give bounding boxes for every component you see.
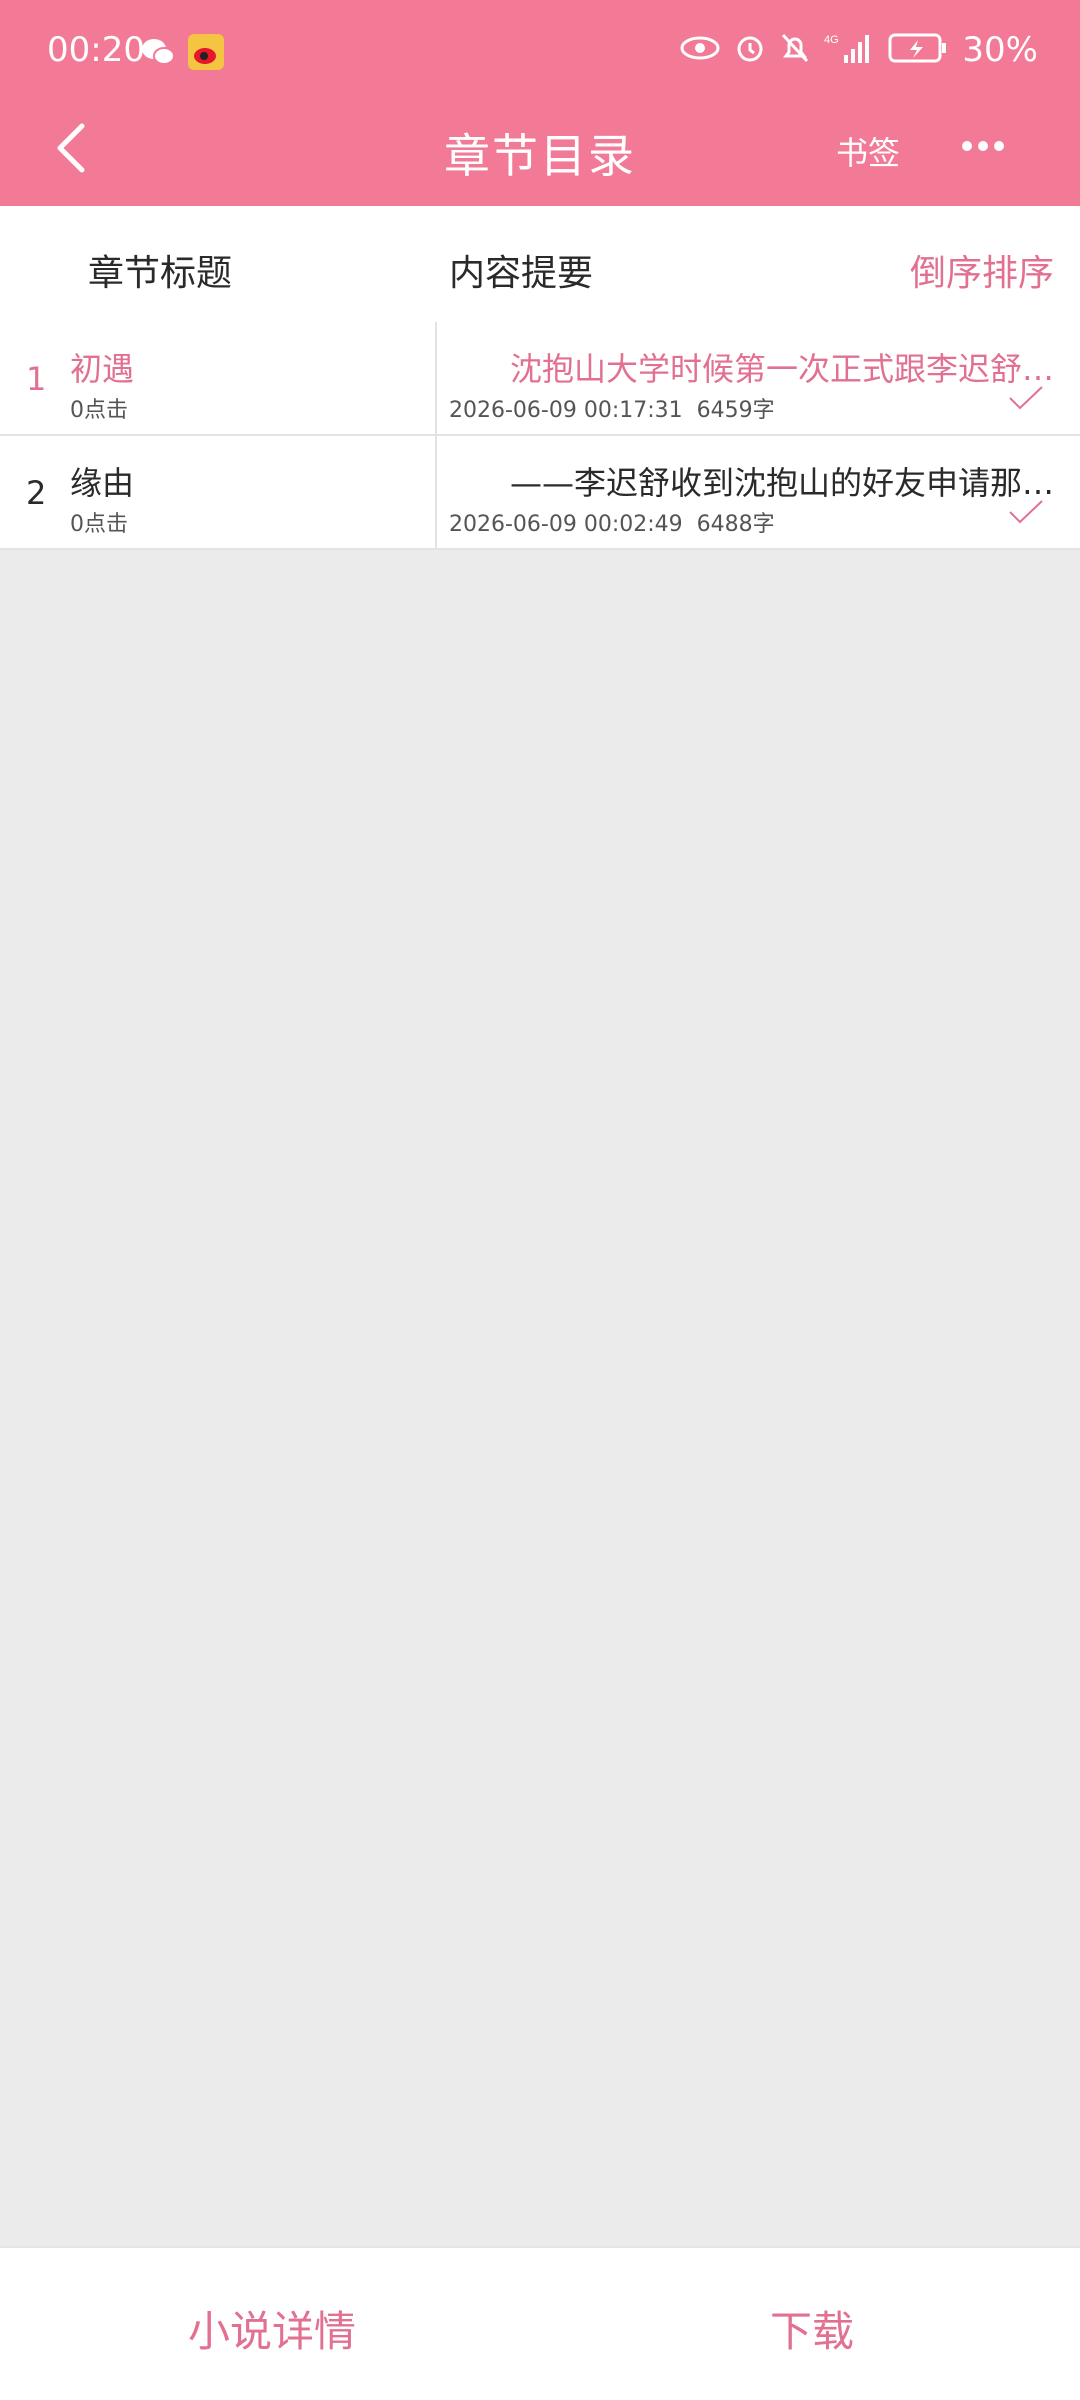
download-button[interactable]: 下载 bbox=[770, 2298, 854, 2359]
bookmark-button[interactable]: 书签 bbox=[836, 128, 900, 174]
battery-percent: 30% bbox=[962, 30, 1038, 70]
reverse-sort-button[interactable]: 倒序排序 bbox=[910, 244, 1054, 296]
alarm-icon bbox=[734, 32, 766, 68]
chapter-clicks: 0点击 bbox=[70, 398, 128, 423]
more-button[interactable] bbox=[958, 126, 1008, 166]
status-bar: 00:20 4G 30% bbox=[0, 0, 1080, 100]
eye-icon bbox=[680, 35, 720, 65]
mute-icon bbox=[780, 32, 810, 68]
more-dot bbox=[994, 141, 1004, 151]
page-title: 章节目录 bbox=[444, 129, 636, 183]
chapter-clicks: 0点击 bbox=[70, 512, 128, 537]
battery-charging-icon bbox=[888, 32, 948, 68]
check-icon bbox=[1009, 386, 1043, 410]
bottom-bar: 小说详情 下载 bbox=[0, 2246, 1080, 2400]
chapter-index: 1 bbox=[26, 360, 47, 398]
check-icon bbox=[1009, 500, 1043, 524]
chapter-name: 缘由 bbox=[70, 464, 135, 502]
status-time: 00:20 bbox=[47, 30, 145, 70]
signal-4g-icon: 4G bbox=[824, 31, 874, 69]
chapter-words: 6488字 bbox=[696, 512, 775, 537]
more-dot bbox=[962, 141, 972, 151]
svg-text:4G: 4G bbox=[824, 34, 839, 46]
chapter-row[interactable]: 1 初遇 0点击 沈抱山大学时候第一次正式跟李迟舒见… 2026-06-09 0… bbox=[0, 322, 1080, 436]
chapter-words: 6459字 bbox=[696, 398, 775, 423]
chapter-time: 2026-06-09 00:17:31 bbox=[449, 398, 683, 423]
chapter-meta: 2026-06-09 00:02:49 6488字 bbox=[449, 506, 775, 538]
column-header: 章节标题 内容提要 倒序排序 bbox=[0, 206, 1080, 322]
weibo-icon bbox=[188, 34, 224, 74]
chapter-name: 初遇 bbox=[70, 350, 135, 388]
novel-details-button[interactable]: 小说详情 bbox=[188, 2298, 356, 2359]
chapter-index: 2 bbox=[26, 474, 47, 512]
chapter-time: 2026-06-09 00:02:49 bbox=[449, 512, 683, 537]
more-dot bbox=[978, 141, 988, 151]
row-divider bbox=[435, 322, 437, 434]
chapter-row[interactable]: 2 缘由 0点击 ——李迟舒收到沈抱山的好友申请那会… 2026-06-09 0… bbox=[0, 436, 1080, 550]
status-right: 4G 30% bbox=[680, 30, 1038, 70]
chapter-summary: ——李迟舒收到沈抱山的好友申请那会… bbox=[510, 464, 1070, 502]
summary-column: 内容提要 bbox=[449, 253, 594, 294]
header: 00:20 4G 30% 章节目录 书签 bbox=[0, 0, 1080, 206]
chapter-meta: 2026-06-09 00:17:31 6459字 bbox=[449, 392, 775, 424]
chapter-list: 1 初遇 0点击 沈抱山大学时候第一次正式跟李迟舒见… 2026-06-09 0… bbox=[0, 322, 1080, 550]
chapter-title-column: 章节标题 bbox=[88, 253, 233, 294]
row-divider bbox=[435, 436, 437, 548]
title-bar: 章节目录 书签 bbox=[0, 100, 1080, 206]
wechat-icon bbox=[140, 37, 176, 71]
chapter-summary: 沈抱山大学时候第一次正式跟李迟舒见… bbox=[510, 350, 1070, 388]
status-left-icons bbox=[140, 34, 224, 74]
